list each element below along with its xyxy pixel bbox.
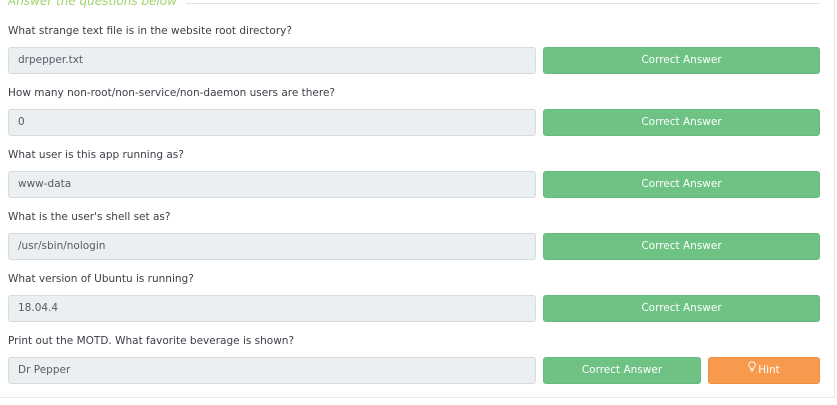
question-5-label: What version of Ubuntu is running?	[8, 273, 194, 285]
question-1-correct-answer-button[interactable]: Correct Answer	[543, 47, 820, 74]
question-4-answer-field[interactable]: /usr/sbin/nologin	[8, 233, 536, 260]
question-4-label: What is the user's shell set as?	[8, 211, 171, 223]
legend-divider	[186, 3, 819, 4]
question-3-answer-field[interactable]: www-data	[8, 171, 536, 198]
question-2-answer-field[interactable]: 0	[8, 109, 536, 136]
question-6-label: Print out the MOTD. What favorite bevera…	[8, 335, 295, 347]
question-6-correct-answer-button[interactable]: Correct Answer	[543, 357, 701, 384]
question-3-correct-answer-button[interactable]: Correct Answer	[543, 171, 820, 198]
question-1-label: What strange text file is in the website…	[8, 25, 292, 37]
question-6-hint-button[interactable]: Hint	[708, 357, 820, 384]
question-5-correct-answer-button[interactable]: Correct Answer	[543, 295, 820, 322]
question-3-label: What user is this app running as?	[8, 149, 184, 161]
lightbulb-icon	[748, 357, 756, 382]
question-2-correct-answer-button[interactable]: Correct Answer	[543, 109, 820, 136]
question-6-answer-field[interactable]: Dr Pepper	[8, 357, 536, 384]
section-legend: Answer the questions below	[8, 0, 177, 8]
question-5-answer-field[interactable]: 18.04.4	[8, 295, 536, 322]
question-1-answer-field[interactable]: drpepper.txt	[8, 47, 536, 74]
question-4-correct-answer-button[interactable]: Correct Answer	[543, 233, 820, 260]
hint-button-label: Hint	[758, 364, 780, 376]
questions-panel: Answer the questions below What strange …	[0, 0, 835, 398]
question-2-label: How many non-root/non-service/non-daemon…	[8, 87, 336, 99]
